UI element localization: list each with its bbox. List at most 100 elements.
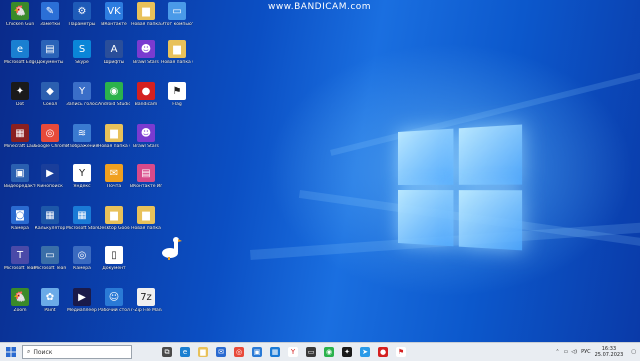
desktop-icon[interactable]: ▆ Новая папка: [130, 2, 162, 27]
desktop-icon-label: Новая папка: [131, 22, 161, 27]
taskbar-store-button[interactable]: ▦: [266, 343, 284, 361]
taskbar-mail-button[interactable]: ✉: [212, 343, 230, 361]
taskbar-task-view-button[interactable]: ⧉: [158, 343, 176, 361]
desktop-icon[interactable]: ▣ Видеоредактор: [4, 164, 36, 189]
desktop-icon[interactable]: ◙ Камера: [4, 206, 36, 231]
desktop-icon[interactable]: VK ВКонтакте: [98, 2, 130, 27]
app-icon: ≋: [73, 124, 91, 142]
desktop-icon[interactable]: ▆ Новая папка (2): [161, 40, 193, 65]
app-icon: ▭: [41, 246, 59, 264]
volume-icon[interactable]: ◁): [571, 349, 577, 355]
app-icon: ▭: [168, 2, 186, 20]
desktop-goose[interactable]: [160, 236, 182, 260]
app-icon: ▦: [73, 206, 91, 224]
desktop-icon[interactable]: ▭ Microsoft Teams: [34, 246, 66, 271]
app-icon: ▶: [73, 288, 91, 306]
app-icon: ◎: [73, 246, 91, 264]
desktop-icon[interactable]: ● Bandicam: [130, 82, 162, 107]
desktop-icon[interactable]: ◎ Google Chrome: [34, 124, 66, 149]
network-icon[interactable]: ▭: [564, 349, 569, 355]
desktop-icon[interactable]: ▭ Этот компьютер: [161, 2, 193, 27]
desktop-icon[interactable]: ◆ Сокол: [34, 82, 66, 107]
clock-date: 25.07.2023: [594, 352, 624, 358]
desktop-icon-label: ВКонтакте: [101, 22, 127, 27]
desktop-icon[interactable]: ▦ Калькулятор: [34, 206, 66, 231]
taskbar-bandicam-button[interactable]: ●: [374, 343, 392, 361]
taskbar-chrome-button[interactable]: ◎: [230, 343, 248, 361]
desktop-icon-label: Документы: [36, 60, 64, 65]
desktop-icon[interactable]: e Microsoft Edge: [4, 40, 36, 65]
app-icon: ✦: [11, 82, 29, 100]
desktop-icon-label: Сокол: [42, 102, 58, 107]
desktop-icon[interactable]: ◉ Android Studio: [98, 82, 130, 107]
desktop-icon[interactable]: ☻ Brawl Stars: [130, 124, 162, 149]
desktop-icon[interactable]: ▶ Кинопоиск: [34, 164, 66, 189]
flag-icon: ⚑: [396, 347, 406, 357]
app-icon: ▆: [137, 206, 155, 224]
desktop-icon[interactable]: 🐔 Chicken Gun: [4, 2, 36, 27]
start-button[interactable]: [0, 343, 22, 361]
desktop-icon[interactable]: ☺ Рабочий стол: [98, 288, 130, 313]
taskbar-edge-button[interactable]: e: [176, 343, 194, 361]
language-indicator[interactable]: РУС: [581, 349, 591, 355]
desktop-icon[interactable]: ▆ Новая папка (3): [98, 124, 130, 149]
app-icon: 7z: [137, 288, 155, 306]
desktop-icon[interactable]: ▆ Новая папка: [130, 206, 162, 231]
app-icon: 🐔: [11, 2, 29, 20]
tray-chevron-icon[interactable]: ⌃: [555, 349, 559, 355]
desktop-icon-label: Этот компьютер: [161, 22, 193, 27]
desktop-icon-label: Запись голоса: [66, 102, 98, 107]
search-box[interactable]: ⌕ Поиск: [22, 345, 132, 359]
bandicam-watermark: www.BANDICAM.com: [268, 2, 372, 12]
taskbar-explorer-button[interactable]: ▆: [194, 343, 212, 361]
desktop-icon[interactable]: ▯ Документ: [98, 246, 130, 271]
app-icon: ▆: [105, 206, 123, 224]
desktop-icon-label: Медиаплеер: [67, 308, 97, 313]
app-icon: ●: [137, 82, 155, 100]
desktop-icon[interactable]: Y Яндекс: [66, 164, 98, 189]
app-icon: VK: [105, 2, 123, 20]
desktop-icon[interactable]: ✎ Заметки: [34, 2, 66, 27]
desktop-icon[interactable]: A Шрифты: [98, 40, 130, 65]
taskbar-flag-button[interactable]: ⚑: [392, 343, 410, 361]
desktop-icon[interactable]: ▤ ВКонтакте Игры: [130, 164, 162, 189]
desktop-icon[interactable]: S Skype: [66, 40, 98, 65]
taskbar-photos-button[interactable]: ▣: [248, 343, 266, 361]
desktop-icon[interactable]: ✿ Paint: [34, 288, 66, 313]
desktop-icon-label: Изображения: [66, 144, 98, 149]
desktop-icon-label: Desktop Goose: [98, 226, 130, 231]
taskbar-yandex-button[interactable]: Y: [284, 343, 302, 361]
desktop-icon[interactable]: ✉ Почта: [98, 164, 130, 189]
app-icon: ☻: [137, 124, 155, 142]
desktop-icon[interactable]: 7z 7-Zip File Manager: [130, 288, 162, 313]
desktop-icon[interactable]: Y Запись голоса: [66, 82, 98, 107]
taskbar-terminal-button[interactable]: ▭: [302, 343, 320, 361]
desktop-icon[interactable]: ▆ Desktop Goose: [98, 206, 130, 231]
desktop-icon[interactable]: ✦ Dot: [4, 82, 36, 107]
system-tray: ⌃ ▭ ◁) РУС 16:33 25.07.2023 ▢: [555, 343, 640, 361]
app-icon: ▦: [11, 124, 29, 142]
desktop-icon[interactable]: T Microsoft Teams: [4, 246, 36, 271]
desktop-icon[interactable]: 🐔 Zoom: [4, 288, 36, 313]
desktop-icon-label: Paint: [44, 308, 56, 313]
notifications-icon[interactable]: ▢: [631, 349, 636, 355]
taskbar-telegram-button[interactable]: ➤: [356, 343, 374, 361]
desktop-icon[interactable]: ▦ Minecraft Launcher: [4, 124, 36, 149]
clock[interactable]: 16:33 25.07.2023: [595, 346, 624, 358]
yandex-icon: Y: [288, 347, 298, 357]
desktop-icon[interactable]: ▤ Документы: [34, 40, 66, 65]
taskbar-android-button[interactable]: ◉: [320, 343, 338, 361]
desktop-icon[interactable]: ☻ Brawl Stars: [130, 40, 162, 65]
desktop-icon[interactable]: ◎ Камера: [66, 246, 98, 271]
desktop-icon[interactable]: ▶ Медиаплеер: [66, 288, 98, 313]
desktop-icon[interactable]: ⚙ Параметры: [66, 2, 98, 27]
desktop-icon[interactable]: ▦ Microsoft Store: [66, 206, 98, 231]
desktop-icon[interactable]: ⚑ Flag: [161, 82, 193, 107]
taskbar-dot-button[interactable]: ✦: [338, 343, 356, 361]
taskbar-apps: ⧉ e ▆ ✉ ◎ ▣ ▦ Y ▭ ◉ ✦ ➤ ● ⚑: [158, 343, 410, 361]
desktop-icon-label: Новая папка (3): [98, 144, 130, 149]
desktop-icon-label: Кинопоиск: [37, 184, 63, 189]
desktop-icon-label: Brawl Stars: [133, 60, 159, 65]
desktop-icon[interactable]: ≋ Изображения: [66, 124, 98, 149]
desktop-icon-label: Android Studio: [98, 102, 130, 107]
